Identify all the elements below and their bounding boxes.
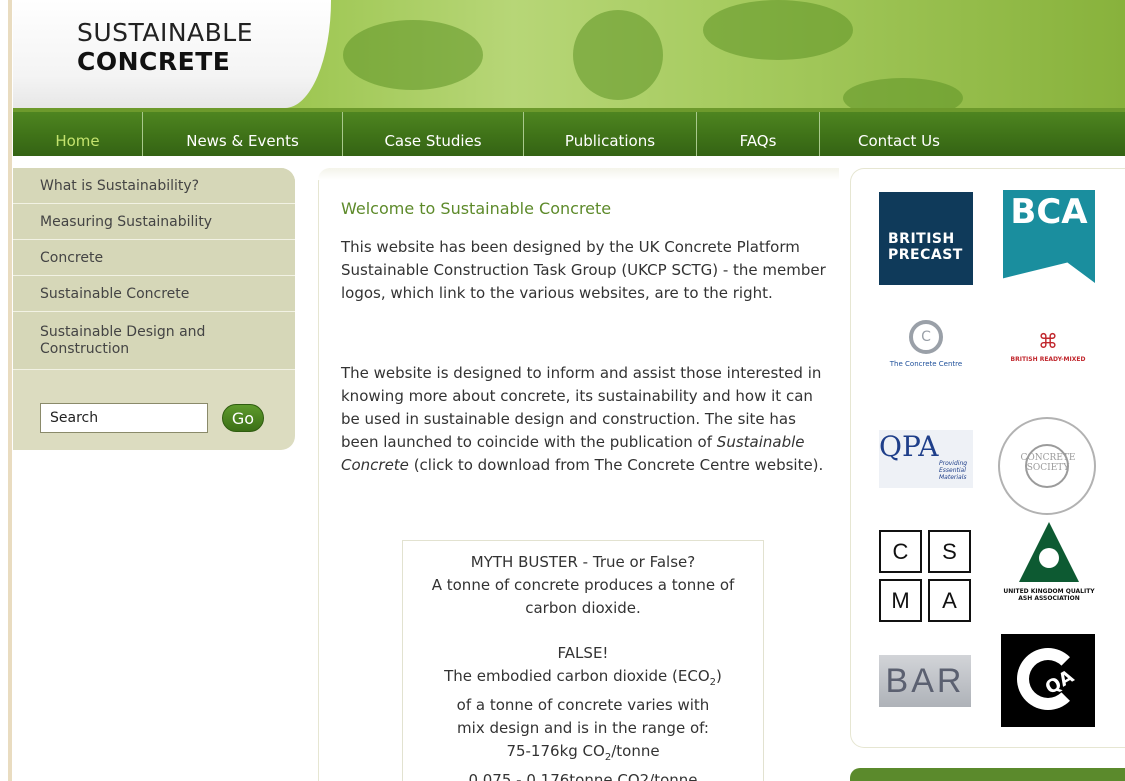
qpa-wordmark: QPA: [879, 430, 939, 463]
nav-case-studies[interactable]: Case Studies: [343, 112, 524, 156]
csma-letter: M: [879, 579, 922, 622]
map-land-shape: [573, 10, 663, 100]
concrete-society-logo[interactable]: CONCRETE SOCIETY: [998, 417, 1096, 515]
ukqaa-logo[interactable]: UNITED KINGDOM QUALITY ASH ASSOCIATION: [1003, 522, 1095, 620]
search-row: Go: [40, 403, 264, 433]
myth-buster-box: MYTH BUSTER - True or False? A tonne of …: [402, 540, 764, 781]
british-ready-mixed-logo[interactable]: ⌘ BRITISH READY-MIXED: [998, 330, 1098, 374]
map-land-shape: [343, 20, 483, 90]
left-edge-rule: [8, 0, 12, 781]
myth-spacer: [403, 620, 763, 642]
myth-line-4: 75-176kg CO2/tonne: [403, 740, 763, 769]
csma-letter: S: [928, 530, 971, 573]
nav-contact-us[interactable]: Contact Us: [820, 112, 1125, 156]
concrete-centre-ring-icon: C: [909, 320, 943, 354]
bottom-panel-tab: [850, 768, 1125, 781]
myth-line-1-end: ): [716, 667, 722, 685]
myth-line-1-text: The embodied carbon dioxide (ECO: [444, 667, 710, 685]
myth-line-4-text: 75-176kg CO: [506, 742, 605, 760]
nav-publications[interactable]: Publications: [524, 112, 697, 156]
concrete-centre-text: The Concrete Centre: [889, 360, 963, 368]
myth-line-3: mix design and is in the range of:: [457, 719, 709, 737]
sidebar-item-sustainable-design[interactable]: Sustainable Design and Construction: [13, 312, 295, 370]
intro-paragraph: This website has been designed by the UK…: [341, 238, 826, 302]
concrete-society-text: CONCRETE SOCIETY: [1020, 453, 1076, 473]
triangle-icon: [1019, 522, 1079, 582]
bar-logo[interactable]: BAR: [879, 655, 971, 707]
map-land-shape: [843, 78, 963, 112]
site-header: SUSTAINABLE CONCRETE: [13, 0, 1125, 112]
myth-title: MYTH BUSTER - True or False?: [470, 553, 696, 571]
csma-letter: C: [879, 530, 922, 573]
qpa-logo[interactable]: QPA Providing Essential Materials: [879, 430, 973, 488]
nav-news-events[interactable]: News & Events: [143, 112, 343, 156]
sidebar-item-what-is-sustainability[interactable]: What is Sustainability?: [13, 168, 295, 204]
british-precast-logo[interactable]: BRITISH PRECAST: [879, 192, 973, 285]
sidebar-item-measuring-sustainability[interactable]: Measuring Sustainability: [13, 204, 295, 240]
go-button[interactable]: Go: [222, 404, 264, 432]
sidebar: What is Sustainability? Measuring Sustai…: [13, 168, 295, 450]
main-nav: Home News & Events Case Studies Publicat…: [13, 112, 1125, 156]
main-content-shade: [318, 168, 839, 180]
sidebar-item-sustainable-concrete[interactable]: Sustainable Concrete: [13, 276, 295, 312]
myth-line-5: 0.075 - 0.176tonne CO2/tonne: [468, 771, 698, 781]
mixer-truck-icon: ⌘: [1038, 329, 1058, 353]
nav-home[interactable]: Home: [13, 112, 143, 156]
qaa-logo[interactable]: QA: [1001, 634, 1095, 727]
logo-text-bottom: CONCRETE: [77, 47, 231, 76]
myth-question: A tonne of concrete produces a tonne of …: [431, 576, 735, 617]
csma-letter: A: [928, 579, 971, 622]
second-paragraph: The website is designed to inform and as…: [341, 362, 831, 477]
brm-text: BRITISH READY-MIXED: [1010, 356, 1086, 363]
concrete-centre-logo[interactable]: C The Concrete Centre: [878, 320, 974, 376]
dot-icon: [1039, 548, 1059, 568]
nav-faqs[interactable]: FAQs: [697, 112, 820, 156]
myth-line-4-end: /tonne: [611, 742, 660, 760]
myth-answer: FALSE!: [557, 644, 609, 662]
myth-line-2: of a tonne of concrete varies with: [456, 696, 710, 714]
map-land-shape: [703, 0, 853, 60]
csma-logo[interactable]: C S M A: [879, 530, 971, 622]
ukqaa-text: UNITED KINGDOM QUALITY ASH ASSOCIATION: [1003, 588, 1095, 602]
page-title: Welcome to Sustainable Concrete: [341, 199, 612, 218]
logo-panel[interactable]: SUSTAINABLE CONCRETE: [13, 0, 331, 108]
myth-line-1: The embodied carbon dioxide (ECO2): [403, 665, 763, 694]
second-paragraph-tail: (click to download from The Concrete Cen…: [408, 456, 824, 474]
qpa-tagline: Providing Essential Materials: [939, 460, 968, 481]
logo-text-top: SUSTAINABLE: [77, 18, 254, 47]
search-input[interactable]: [40, 403, 208, 433]
sidebar-item-concrete[interactable]: Concrete: [13, 240, 295, 276]
